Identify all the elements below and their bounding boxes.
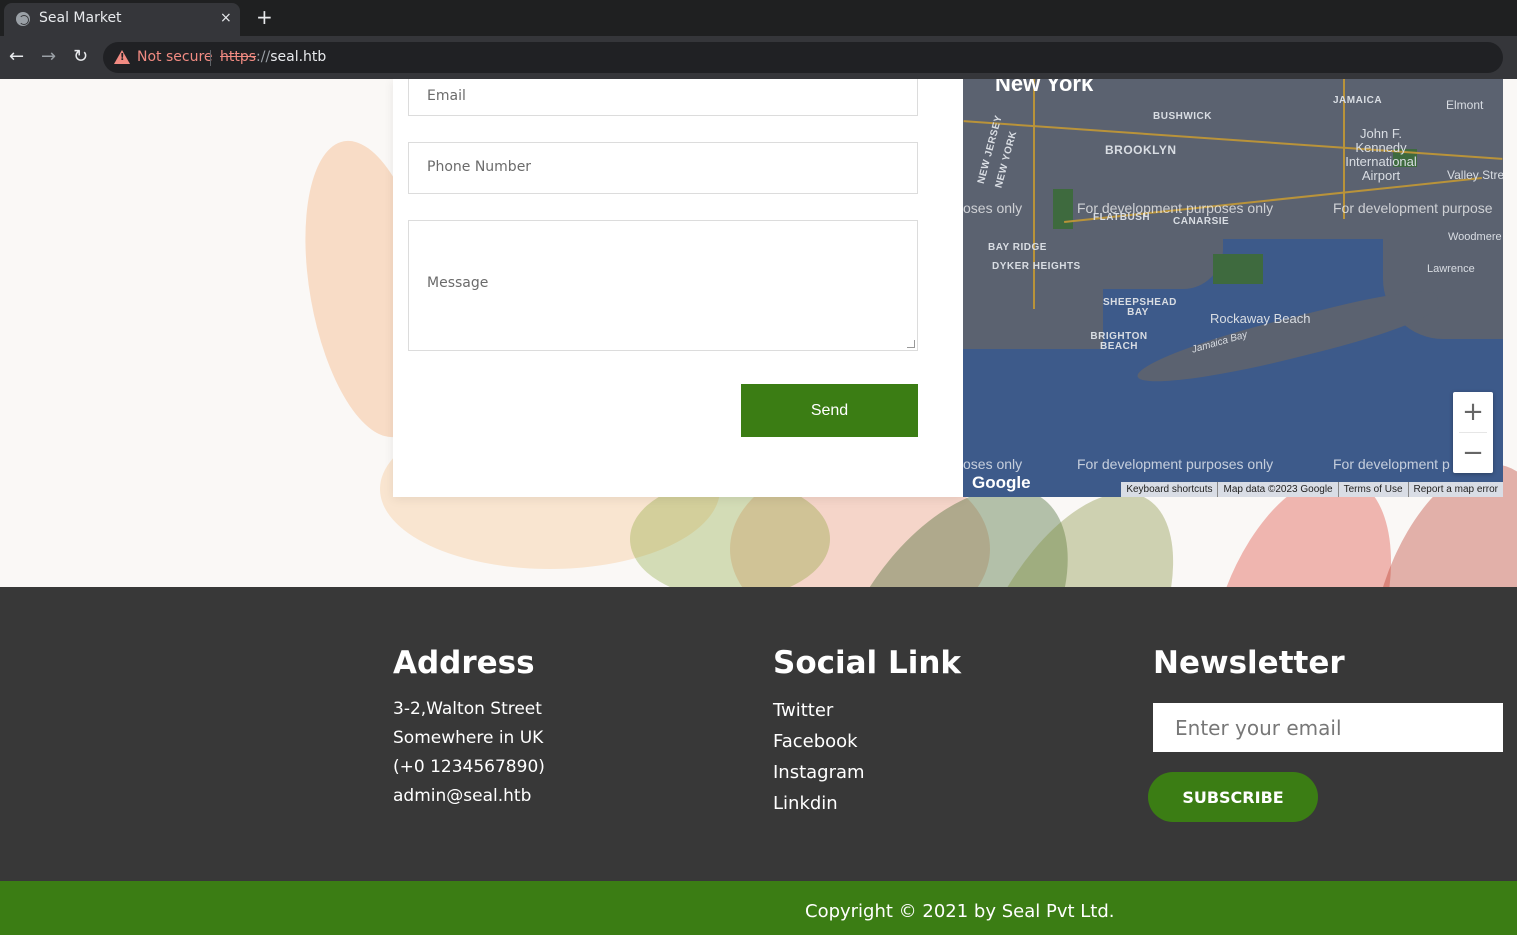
address-line: 3-2,Walton Street: [393, 699, 542, 719]
social-link-twitter[interactable]: Twitter: [773, 695, 961, 726]
map-watermark: For development purpose: [1333, 200, 1493, 216]
subscribe-button[interactable]: SUBSCRIBE: [1148, 772, 1318, 822]
address-heading: Address: [393, 645, 535, 681]
new-tab-button[interactable]: +: [256, 6, 273, 28]
url-host: seal.htb: [270, 49, 327, 65]
map-label: BUSHWICK: [1153, 111, 1212, 122]
terms-of-use-link[interactable]: Terms of Use: [1337, 482, 1408, 497]
security-indicator[interactable]: Not secure: [137, 49, 213, 65]
map-watermark: For development purposes only: [1077, 456, 1274, 472]
keyboard-shortcuts-link[interactable]: Keyboard shortcuts: [1121, 482, 1217, 497]
map-watermark: For development purposes only: [1077, 200, 1274, 216]
map-label: BROOKLYN: [1105, 143, 1177, 157]
browser-toolbar: ← → ↻ Not secure https://seal.htb: [0, 36, 1517, 79]
close-tab-icon[interactable]: ×: [220, 9, 232, 27]
address-line: Somewhere in UK: [393, 728, 544, 748]
browser-tab[interactable]: Seal Market ×: [4, 3, 240, 36]
browser-tab-bar: Seal Market × +: [0, 0, 1517, 36]
google-logo[interactable]: Google: [972, 473, 1031, 493]
map-label: Woodmere: [1448, 231, 1502, 243]
message-field[interactable]: Message: [408, 220, 918, 351]
omnibox-divider: [210, 50, 211, 66]
newsletter-heading: Newsletter: [1153, 645, 1345, 681]
social-column: Social Link Twitter Facebook Instagram L…: [773, 645, 961, 819]
map-label: JAMAICA: [1333, 95, 1383, 106]
map-label: DYKER HEIGHTS: [992, 261, 1081, 272]
map-label: BRIGHTON BEACH: [1090, 331, 1148, 352]
map-land: [1103, 229, 1223, 289]
map-label: John F. Kennedy International Airport: [1345, 126, 1417, 183]
send-button[interactable]: Send: [741, 384, 918, 437]
map-watermark: For development p: [1333, 456, 1450, 472]
map-label: Lawrence: [1427, 263, 1475, 275]
globe-icon: [16, 12, 30, 26]
newsletter-email-input[interactable]: [1153, 703, 1503, 752]
map-label: BAY RIDGE: [988, 242, 1047, 253]
map-label: CANARSIE: [1173, 216, 1230, 227]
newsletter-column: Newsletter SUBSCRIBE: [1148, 645, 1503, 822]
map-label: SHEEPSHEAD BAY: [1103, 297, 1177, 318]
social-link-linkedin[interactable]: Linkdin: [773, 788, 961, 819]
map-label: New York: [995, 79, 1094, 96]
map-land: [1132, 282, 1444, 396]
reload-icon[interactable]: ↻: [73, 46, 88, 68]
email-placeholder: Email: [427, 88, 466, 104]
social-link-facebook[interactable]: Facebook: [773, 726, 961, 757]
address-phone: (+0 1234567890): [393, 757, 545, 777]
resize-handle[interactable]: [907, 340, 915, 348]
map-road: [1033, 79, 1035, 309]
social-heading: Social Link: [773, 645, 962, 681]
tab-title: Seal Market: [39, 10, 122, 26]
zoom-out-button[interactable]: −: [1453, 433, 1493, 473]
vegetable-background: Email Phone Number Message Send New York…: [0, 79, 1517, 587]
address-email: admin@seal.htb: [393, 786, 532, 806]
map-data-text: Map data ©2023 Google: [1217, 482, 1337, 497]
map-park: [1053, 189, 1073, 229]
map-zoom-control: + −: [1453, 392, 1493, 473]
zoom-in-button[interactable]: +: [1453, 392, 1493, 432]
url-separator: ://: [256, 49, 271, 65]
map-attribution: Keyboard shortcuts Map data ©2023 Google…: [1121, 482, 1503, 497]
report-map-error-link[interactable]: Report a map error: [1407, 482, 1503, 497]
url-text[interactable]: https://seal.htb: [220, 49, 326, 65]
map-label: Rockaway Beach: [1210, 311, 1311, 326]
copyright-bar: Copyright © 2021 by Seal Pvt Ltd.: [0, 881, 1517, 935]
phone-placeholder: Phone Number: [427, 159, 532, 175]
social-links: Twitter Facebook Instagram Linkdin: [773, 695, 961, 819]
back-arrow-icon[interactable]: ←: [9, 46, 24, 68]
warning-icon[interactable]: [114, 50, 130, 64]
copyright-text: Copyright © 2021 by Seal Pvt Ltd.: [805, 901, 1115, 922]
url-scheme: https: [220, 49, 257, 65]
phone-field[interactable]: Phone Number: [408, 142, 918, 194]
map-park: [1213, 254, 1263, 284]
address-lines: 3-2,Walton Street Somewhere in UK (+0 12…: [393, 695, 545, 811]
google-map[interactable]: New York BUSHWICK JAMAICA Elmont BROOKLY…: [963, 79, 1503, 497]
email-field[interactable]: Email: [408, 79, 918, 116]
map-label: Valley Stre: [1447, 168, 1503, 182]
map-label: Elmont: [1446, 98, 1484, 112]
forward-arrow-icon[interactable]: →: [41, 46, 56, 68]
map-watermark: oses only: [963, 456, 1023, 472]
footer: Address 3-2,Walton Street Somewhere in U…: [0, 587, 1517, 881]
contact-form: Email Phone Number Message Send: [393, 79, 963, 497]
social-link-instagram[interactable]: Instagram: [773, 757, 961, 788]
message-placeholder: Message: [427, 275, 489, 291]
page-content: Email Phone Number Message Send New York…: [0, 79, 1517, 935]
address-column: Address 3-2,Walton Street Somewhere in U…: [393, 645, 545, 811]
address-bar[interactable]: Not secure https://seal.htb: [103, 42, 1503, 73]
map-watermark: oses only: [963, 200, 1023, 216]
